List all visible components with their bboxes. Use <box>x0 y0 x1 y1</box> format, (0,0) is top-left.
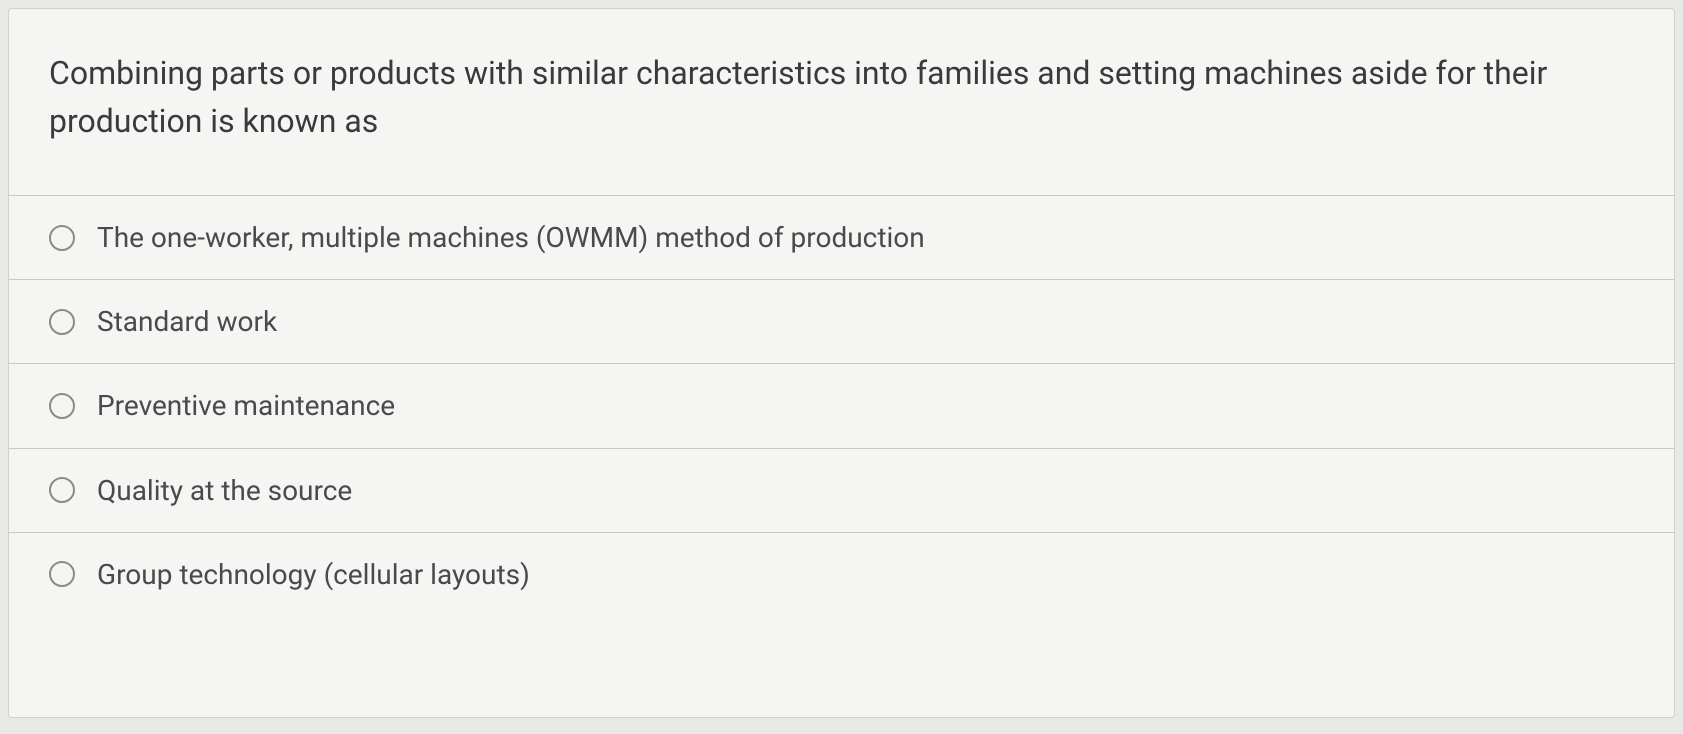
option-label: Group technology (cellular layouts) <box>97 555 530 594</box>
option-label: Quality at the source <box>97 471 352 510</box>
radio-icon <box>49 309 75 335</box>
option-row-4[interactable]: Group technology (cellular layouts) <box>9 532 1674 616</box>
option-label: Standard work <box>97 302 277 341</box>
question-prompt: Combining parts or products with similar… <box>9 9 1674 195</box>
option-label: Preventive maintenance <box>97 386 395 425</box>
option-row-0[interactable]: The one-worker, multiple machines (OWMM)… <box>9 195 1674 279</box>
question-container: Combining parts or products with similar… <box>8 8 1675 718</box>
radio-icon <box>49 393 75 419</box>
option-row-3[interactable]: Quality at the source <box>9 448 1674 532</box>
options-list: The one-worker, multiple machines (OWMM)… <box>9 195 1674 616</box>
radio-icon <box>49 561 75 587</box>
radio-icon <box>49 477 75 503</box>
option-row-2[interactable]: Preventive maintenance <box>9 363 1674 447</box>
option-row-1[interactable]: Standard work <box>9 279 1674 363</box>
option-label: The one-worker, multiple machines (OWMM)… <box>97 218 925 257</box>
radio-icon <box>49 225 75 251</box>
